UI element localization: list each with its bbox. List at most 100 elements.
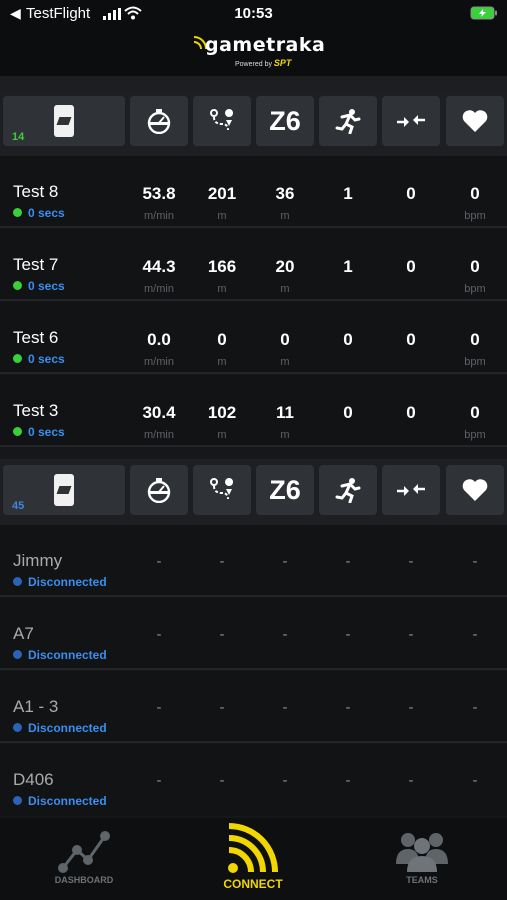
z6-column-button[interactable]: Z6 — [256, 96, 314, 146]
heart-rate-unit: bpm — [464, 210, 486, 222]
connected-dot-icon — [13, 354, 22, 363]
sprints-column-button[interactable] — [319, 96, 377, 146]
heart-rate-value: 0 — [470, 184, 480, 203]
player-name: Test 3 — [13, 401, 59, 420]
connection-status: 0 secs — [13, 279, 65, 293]
distance-column-button[interactable] — [193, 465, 251, 515]
device-count: 14 — [12, 131, 25, 143]
tab-dashboard[interactable]: DASHBOARD — [24, 818, 144, 900]
z6-column-button[interactable]: Z6 — [256, 465, 314, 515]
connect-icon — [228, 823, 278, 873]
route-icon — [210, 109, 234, 131]
speed-value: 53.8 — [142, 184, 176, 203]
impacts-column-button[interactable] — [382, 96, 440, 146]
speed-column-button[interactable] — [130, 96, 188, 146]
connected-dot-icon — [13, 281, 22, 290]
player-row[interactable]: Test 7 0 secs 44.3 m/min 166 m 20 m 1 0 … — [0, 229, 507, 301]
player-name: Test 7 — [13, 255, 59, 274]
speed-unit: m/min — [144, 210, 174, 222]
distance-value: 166 — [207, 257, 237, 276]
player-row[interactable]: Test 3 0 secs 30.4 m/min 102 m 11 m 0 0 … — [0, 375, 507, 447]
heart-rate-column-button[interactable] — [446, 96, 504, 146]
player-row[interactable]: Jimmy Disconnected - - - - - - — [0, 525, 507, 597]
player-row[interactable]: Test 6 0 secs 0.0 m/min 0 m 0 m 0 0 0 bp… — [0, 302, 507, 374]
connected-dot-icon — [13, 427, 22, 436]
heart-icon — [462, 479, 488, 501]
tab-connect[interactable]: CONNECT — [193, 818, 313, 900]
powered-by: Powered by SPT — [235, 58, 292, 68]
z6-value: 20 — [275, 257, 295, 276]
tab-connect-label: CONNECT — [223, 877, 283, 891]
sprints-value: - — [345, 553, 351, 570]
gametraka-logo: gametraka Powered by SPT — [193, 34, 325, 72]
heart-icon — [462, 110, 488, 132]
connection-status: Disconnected — [13, 794, 107, 808]
player-name: Test 6 — [13, 328, 59, 347]
device-count: 45 — [12, 500, 25, 512]
teams-icon — [396, 833, 448, 872]
player-row[interactable]: A7 Disconnected - - - - - - — [0, 598, 507, 670]
z6-value: - — [282, 699, 288, 716]
distance-value: - — [219, 772, 225, 789]
speed-value: - — [156, 772, 162, 789]
bottom-tab-bar: DASHBOARD CONNECT TEAMS — [0, 818, 507, 900]
app-header: gametraka Powered by SPT — [0, 28, 507, 76]
distance-value: 102 — [207, 403, 237, 422]
connected-dot-icon — [13, 208, 22, 217]
disconnected-dot-icon — [13, 577, 22, 586]
player-name: A7 — [13, 624, 34, 643]
z6-value: 0 — [280, 330, 290, 349]
heart-rate-value: - — [472, 626, 478, 643]
speed-unit: m/min — [144, 283, 174, 295]
impacts-value: 0 — [406, 403, 416, 422]
heart-rate-value: 0 — [470, 403, 480, 422]
device-count-button[interactable]: 45 — [3, 465, 125, 515]
tab-teams-label: TEAMS — [406, 875, 438, 885]
impact-icon — [397, 115, 425, 127]
player-name: Jimmy — [13, 551, 63, 570]
speed-unit: m/min — [144, 356, 174, 368]
tab-dashboard-label: DASHBOARD — [54, 875, 114, 885]
connection-status: 0 secs — [13, 352, 65, 366]
heart-rate-value: 0 — [470, 330, 480, 349]
sprints-column-button[interactable] — [319, 465, 377, 515]
clock: 10:53 — [234, 5, 273, 22]
heart-rate-unit: bpm — [464, 356, 486, 368]
z6-value: - — [282, 772, 288, 789]
tab-teams[interactable]: TEAMS — [362, 818, 482, 900]
connection-status: 0 secs — [13, 425, 65, 439]
sprint-icon — [335, 478, 361, 503]
heart-rate-column-button[interactable] — [446, 465, 504, 515]
disconnected-dot-icon — [13, 723, 22, 732]
player-row[interactable]: Test 8 0 secs 53.8 m/min 201 m 36 m 1 0 … — [0, 156, 507, 228]
group-header-disconnected: 45 Z6 — [0, 459, 507, 531]
speed-value: 30.4 — [142, 403, 176, 422]
distance-value: 201 — [207, 184, 237, 203]
distance-unit: m — [217, 429, 227, 441]
impacts-value: - — [408, 626, 414, 643]
impacts-value: 0 — [406, 330, 416, 349]
status-bar: ◀ TestFlight 10:53 — [0, 0, 507, 28]
distance-column-button[interactable] — [193, 96, 251, 146]
z6-label: Z6 — [269, 474, 301, 505]
speed-value: - — [156, 626, 162, 643]
distance-value: - — [219, 699, 225, 716]
device-icon — [54, 105, 74, 137]
speed-unit: m/min — [144, 429, 174, 441]
z6-value: 36 — [275, 184, 295, 203]
group-header-connected: 14 Z6 — [0, 90, 507, 162]
player-row[interactable]: A1 - 3 Disconnected - - - - - - — [0, 671, 507, 743]
battery-icon — [470, 6, 497, 20]
connection-status: Disconnected — [13, 648, 107, 662]
impacts-column-button[interactable] — [382, 465, 440, 515]
heart-rate-unit: bpm — [464, 283, 486, 295]
speed-column-button[interactable] — [130, 465, 188, 515]
player-row[interactable]: D406 Disconnected - - - - - - — [0, 744, 507, 816]
player-name: Test 8 — [13, 182, 59, 201]
sprints-value: - — [345, 699, 351, 716]
sprint-icon — [335, 109, 361, 134]
device-count-button[interactable]: 14 — [3, 96, 125, 146]
impacts-value: 0 — [406, 257, 416, 276]
impacts-value: - — [408, 553, 414, 570]
heart-rate-value: - — [472, 553, 478, 570]
